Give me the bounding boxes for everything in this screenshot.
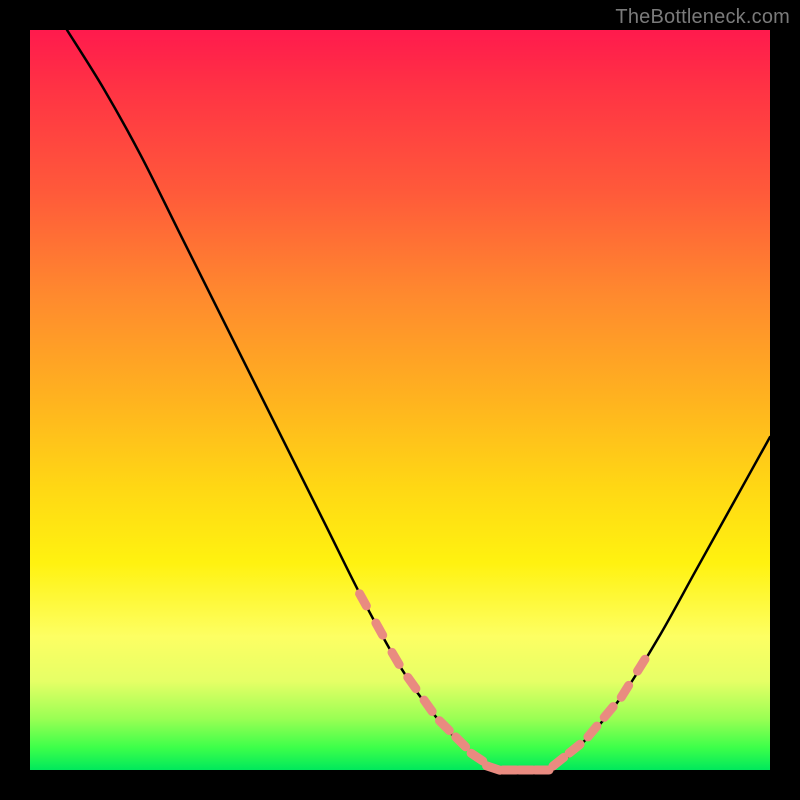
highlight-pill [424, 700, 432, 711]
highlight-pill [471, 753, 483, 761]
highlight-pill [487, 766, 500, 770]
highlight-pill [456, 737, 466, 747]
highlight-pill [360, 594, 367, 606]
chart-frame: TheBottleneck.com [0, 0, 800, 800]
highlight-pill [376, 623, 383, 635]
highlight-pill [408, 677, 416, 688]
highlight-pill [604, 707, 613, 718]
highlight-pill [569, 744, 580, 753]
plot-area [30, 30, 770, 770]
watermark-text: TheBottleneck.com [615, 6, 790, 29]
highlight-pill [392, 652, 399, 664]
bottleneck-curve [67, 30, 770, 772]
highlight-pill [553, 757, 564, 766]
highlight-pill [439, 721, 449, 731]
highlight-markers [360, 594, 645, 771]
curve-svg [30, 30, 770, 770]
highlight-pill [588, 726, 597, 737]
highlight-pill [621, 685, 628, 697]
highlight-pill [638, 659, 645, 671]
